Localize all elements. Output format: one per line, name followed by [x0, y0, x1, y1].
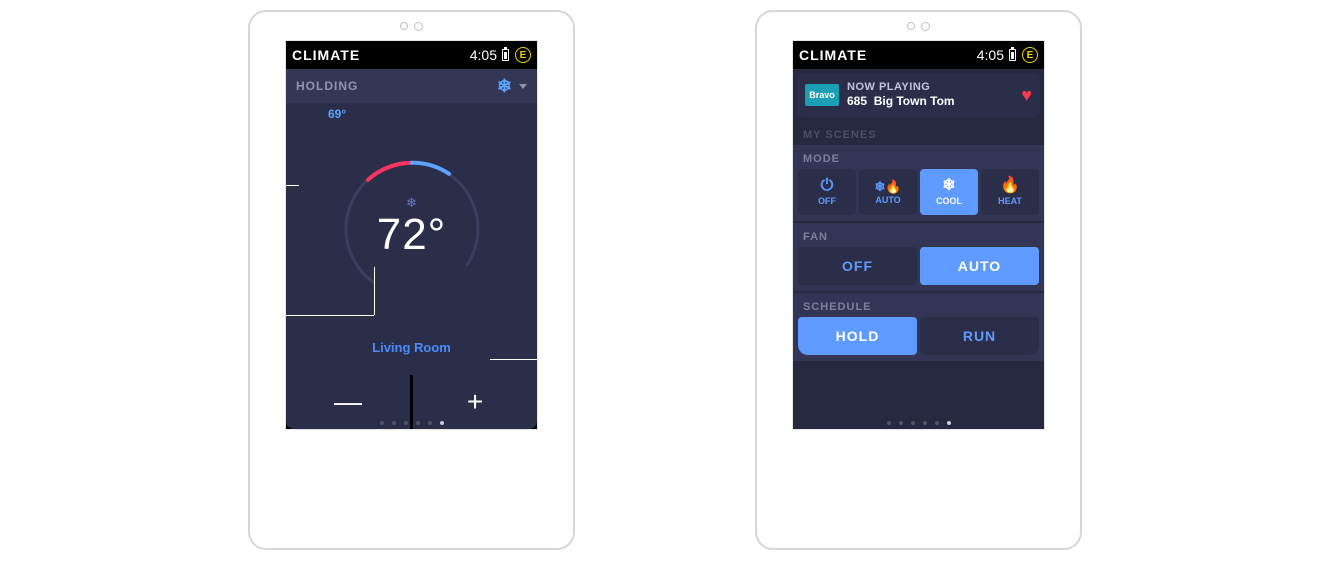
- battery-icon: [502, 49, 509, 61]
- current-temperature: 72°: [377, 210, 447, 260]
- mode-off-button[interactable]: ⏻ OFF: [798, 169, 856, 215]
- mode-header: MODE: [793, 145, 1044, 169]
- minus-icon: —: [334, 386, 362, 418]
- holding-label: HOLDING: [296, 79, 358, 93]
- screen-climate-controls: CLIMATE 4:05 E Bravo NOW PLAYING 685 Big…: [792, 40, 1045, 430]
- heart-icon[interactable]: ♥: [1021, 85, 1032, 106]
- mode-label: COOL: [936, 196, 962, 206]
- battery-icon: [1009, 49, 1016, 61]
- phone-frame-left: CLIMATE 4:05 E HOLDING ❄ 69° ❄ 72°: [248, 10, 575, 550]
- mode-label: OFF: [818, 196, 836, 206]
- setpoint-label: 69°: [328, 107, 346, 121]
- now-playing-label: NOW PLAYING: [847, 81, 1013, 95]
- fan-header: FAN: [793, 223, 1044, 247]
- plus-icon: +: [467, 386, 483, 418]
- channel-logo: Bravo: [805, 84, 839, 106]
- page-dots[interactable]: [286, 421, 537, 425]
- e-badge: E: [515, 47, 531, 63]
- controls-body: Bravo NOW PLAYING 685 Big Town Tom ♥ MY …: [793, 69, 1044, 429]
- mode-heat-button[interactable]: 🔥 HEAT: [981, 169, 1039, 215]
- mode-row: ⏻ OFF ❄🔥 AUTO ❄ COOL 🔥 HEAT: [793, 169, 1044, 221]
- snowflake-icon: ❄: [942, 178, 955, 194]
- now-playing-card[interactable]: Bravo NOW PLAYING 685 Big Town Tom ♥: [797, 73, 1040, 117]
- auto-icon: ❄🔥: [874, 180, 901, 193]
- room-name[interactable]: Living Room: [372, 340, 451, 355]
- mode-label: HEAT: [998, 196, 1022, 206]
- climate-body: HOLDING ❄ 69° ❄ 72° Living Room —: [286, 69, 537, 429]
- screen-climate-dial: CLIMATE 4:05 E HOLDING ❄ 69° ❄ 72°: [285, 40, 538, 430]
- fan-off-button[interactable]: OFF: [798, 247, 917, 285]
- status-bar: CLIMATE 4:05 E: [286, 41, 537, 69]
- schedule-run-button[interactable]: RUN: [920, 317, 1039, 355]
- mode-auto-button[interactable]: ❄🔥 AUTO: [859, 169, 917, 215]
- schedule-header: SCHEDULE: [793, 293, 1044, 317]
- status-title: CLIMATE: [292, 47, 470, 63]
- phone-frame-right: CLIMATE 4:05 E Bravo NOW PLAYING 685 Big…: [755, 10, 1082, 550]
- page-dots[interactable]: [793, 421, 1044, 425]
- now-playing-channel: 685: [847, 94, 867, 108]
- power-icon: ⏻: [821, 178, 834, 194]
- now-playing-text: NOW PLAYING 685 Big Town Tom: [847, 81, 1013, 110]
- snowflake-icon: ❄: [497, 76, 513, 97]
- mode-label: AUTO: [875, 195, 900, 205]
- e-badge: E: [1022, 47, 1038, 63]
- fan-auto-button[interactable]: AUTO: [920, 247, 1039, 285]
- schedule-row: HOLD RUN: [793, 317, 1044, 361]
- now-playing-title: Big Town Tom: [874, 94, 955, 108]
- fan-row: OFF AUTO: [793, 247, 1044, 291]
- phone-sensors: [250, 12, 573, 40]
- schedule-hold-button[interactable]: HOLD: [798, 317, 917, 355]
- phone-sensors: [757, 12, 1080, 40]
- status-title: CLIMATE: [799, 47, 977, 63]
- flame-icon: 🔥: [1000, 178, 1020, 194]
- mode-cool-button[interactable]: ❄ COOL: [920, 169, 978, 215]
- my-scenes-header[interactable]: MY SCENES: [793, 121, 1044, 145]
- status-time: 4:05: [470, 47, 497, 63]
- status-time: 4:05: [977, 47, 1004, 63]
- chevron-down-icon[interactable]: [519, 84, 527, 89]
- status-bar: CLIMATE 4:05 E: [793, 41, 1044, 69]
- thermostat-dial[interactable]: 69° ❄ 72° Living Room: [286, 103, 537, 375]
- holding-bar[interactable]: HOLDING ❄: [286, 69, 537, 103]
